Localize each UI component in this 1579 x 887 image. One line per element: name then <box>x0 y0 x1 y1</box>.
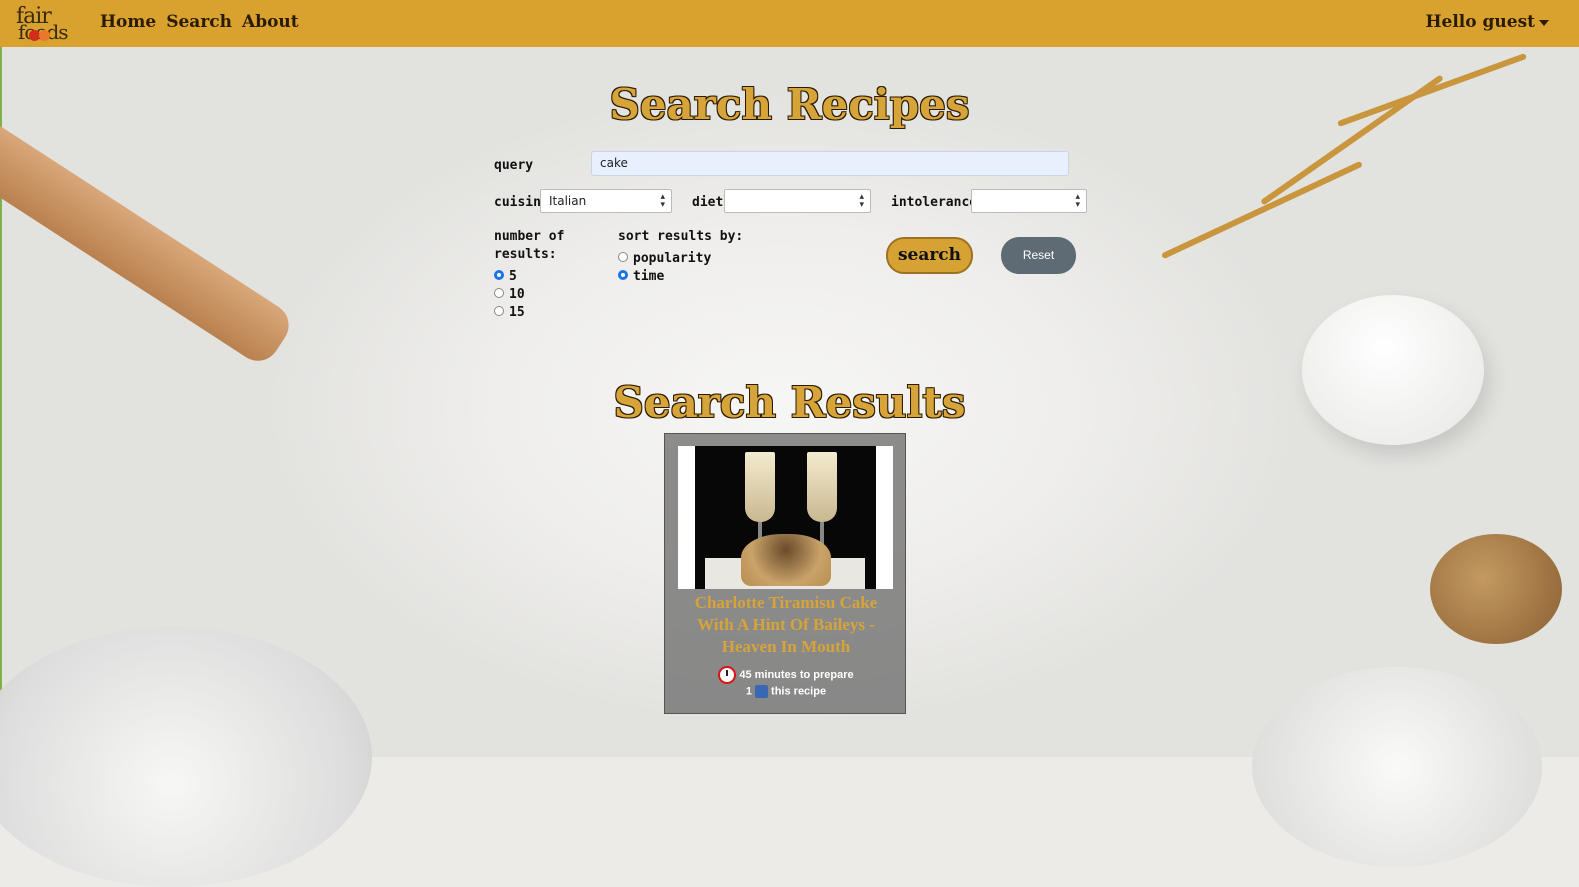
rolling-pin-decoration <box>0 111 298 370</box>
search-button[interactable]: search <box>886 237 973 274</box>
walnut-decoration <box>1430 534 1562 644</box>
orange-icon <box>39 30 50 41</box>
cake-shape <box>741 534 831 586</box>
results-15-radio[interactable] <box>494 306 504 316</box>
sort-label: sort results by: <box>618 229 744 244</box>
wheat-decoration <box>1161 160 1363 260</box>
prep-time: 45 minutes to prepare <box>665 666 907 684</box>
cuisine-select[interactable]: Italian ▴ ▾ <box>540 189 672 213</box>
sieve-bowl-decoration <box>0 627 372 887</box>
recipe-title-link[interactable]: Charlotte Tiramisu Cake With A Hint Of B… <box>675 592 897 658</box>
results-title: Search Results <box>613 378 966 427</box>
results-10-radio[interactable] <box>494 288 504 298</box>
likes-text: this recipe <box>771 685 827 698</box>
diet-label: diet <box>692 195 724 210</box>
recipe-image[interactable] <box>678 446 893 589</box>
recipe-card[interactable]: Charlotte Tiramisu Cake With A Hint Of B… <box>664 433 906 714</box>
number-results-label: number of <box>494 229 565 244</box>
sort-popularity-label: popularity <box>633 251 712 266</box>
results-5-label: 5 <box>509 269 517 284</box>
caret-down-icon <box>1539 19 1549 26</box>
nav-home-link[interactable]: Home <box>100 12 156 32</box>
sort-popularity-radio[interactable] <box>618 252 628 262</box>
navbar: fair foods Home Search About Hello guest <box>0 0 1579 47</box>
likes-line: 1 this recipe <box>665 685 907 698</box>
glass-shape <box>807 452 837 522</box>
query-input[interactable]: cake <box>591 151 1069 176</box>
nav-search-link[interactable]: Search <box>166 12 232 32</box>
user-greeting: Hello guest <box>1425 12 1535 32</box>
nav-about-link[interactable]: About <box>242 12 299 32</box>
number-results-label-2: results: <box>494 247 557 262</box>
nav-links: Home Search About <box>100 12 299 32</box>
results-5-radio[interactable] <box>494 270 504 280</box>
search-title: Search Recipes <box>609 80 970 129</box>
query-label: query <box>494 158 534 173</box>
reset-button[interactable]: Reset <box>1001 237 1076 274</box>
select-arrows-icon: ▴ ▾ <box>859 192 864 210</box>
results-15-label: 15 <box>509 305 525 320</box>
thumbs-up-icon[interactable] <box>755 685 769 698</box>
sort-time-radio[interactable] <box>618 270 628 280</box>
diet-select[interactable]: ▴ ▾ <box>724 189 871 213</box>
fair-foods-logo[interactable]: fair foods <box>14 4 78 44</box>
prep-time-text: 45 minutes to prepare <box>739 668 854 681</box>
likes-count: 1 <box>745 685 753 698</box>
select-arrows-icon: ▴ ▾ <box>660 192 665 210</box>
flour-scoop-decoration <box>1252 667 1542 867</box>
intolerance-label: intolerance <box>891 195 978 210</box>
sort-time-label: time <box>633 269 665 284</box>
results-10-label: 10 <box>509 287 525 302</box>
recipe-photo <box>695 446 876 589</box>
intolerance-select[interactable]: ▴ ▾ <box>971 189 1087 213</box>
glass-shape <box>745 452 775 522</box>
select-arrows-icon: ▴ ▾ <box>1075 192 1080 210</box>
alarm-clock-icon <box>718 666 737 684</box>
user-menu-dropdown[interactable]: Hello guest <box>1425 12 1549 32</box>
cuisine-value: Italian <box>549 194 587 208</box>
